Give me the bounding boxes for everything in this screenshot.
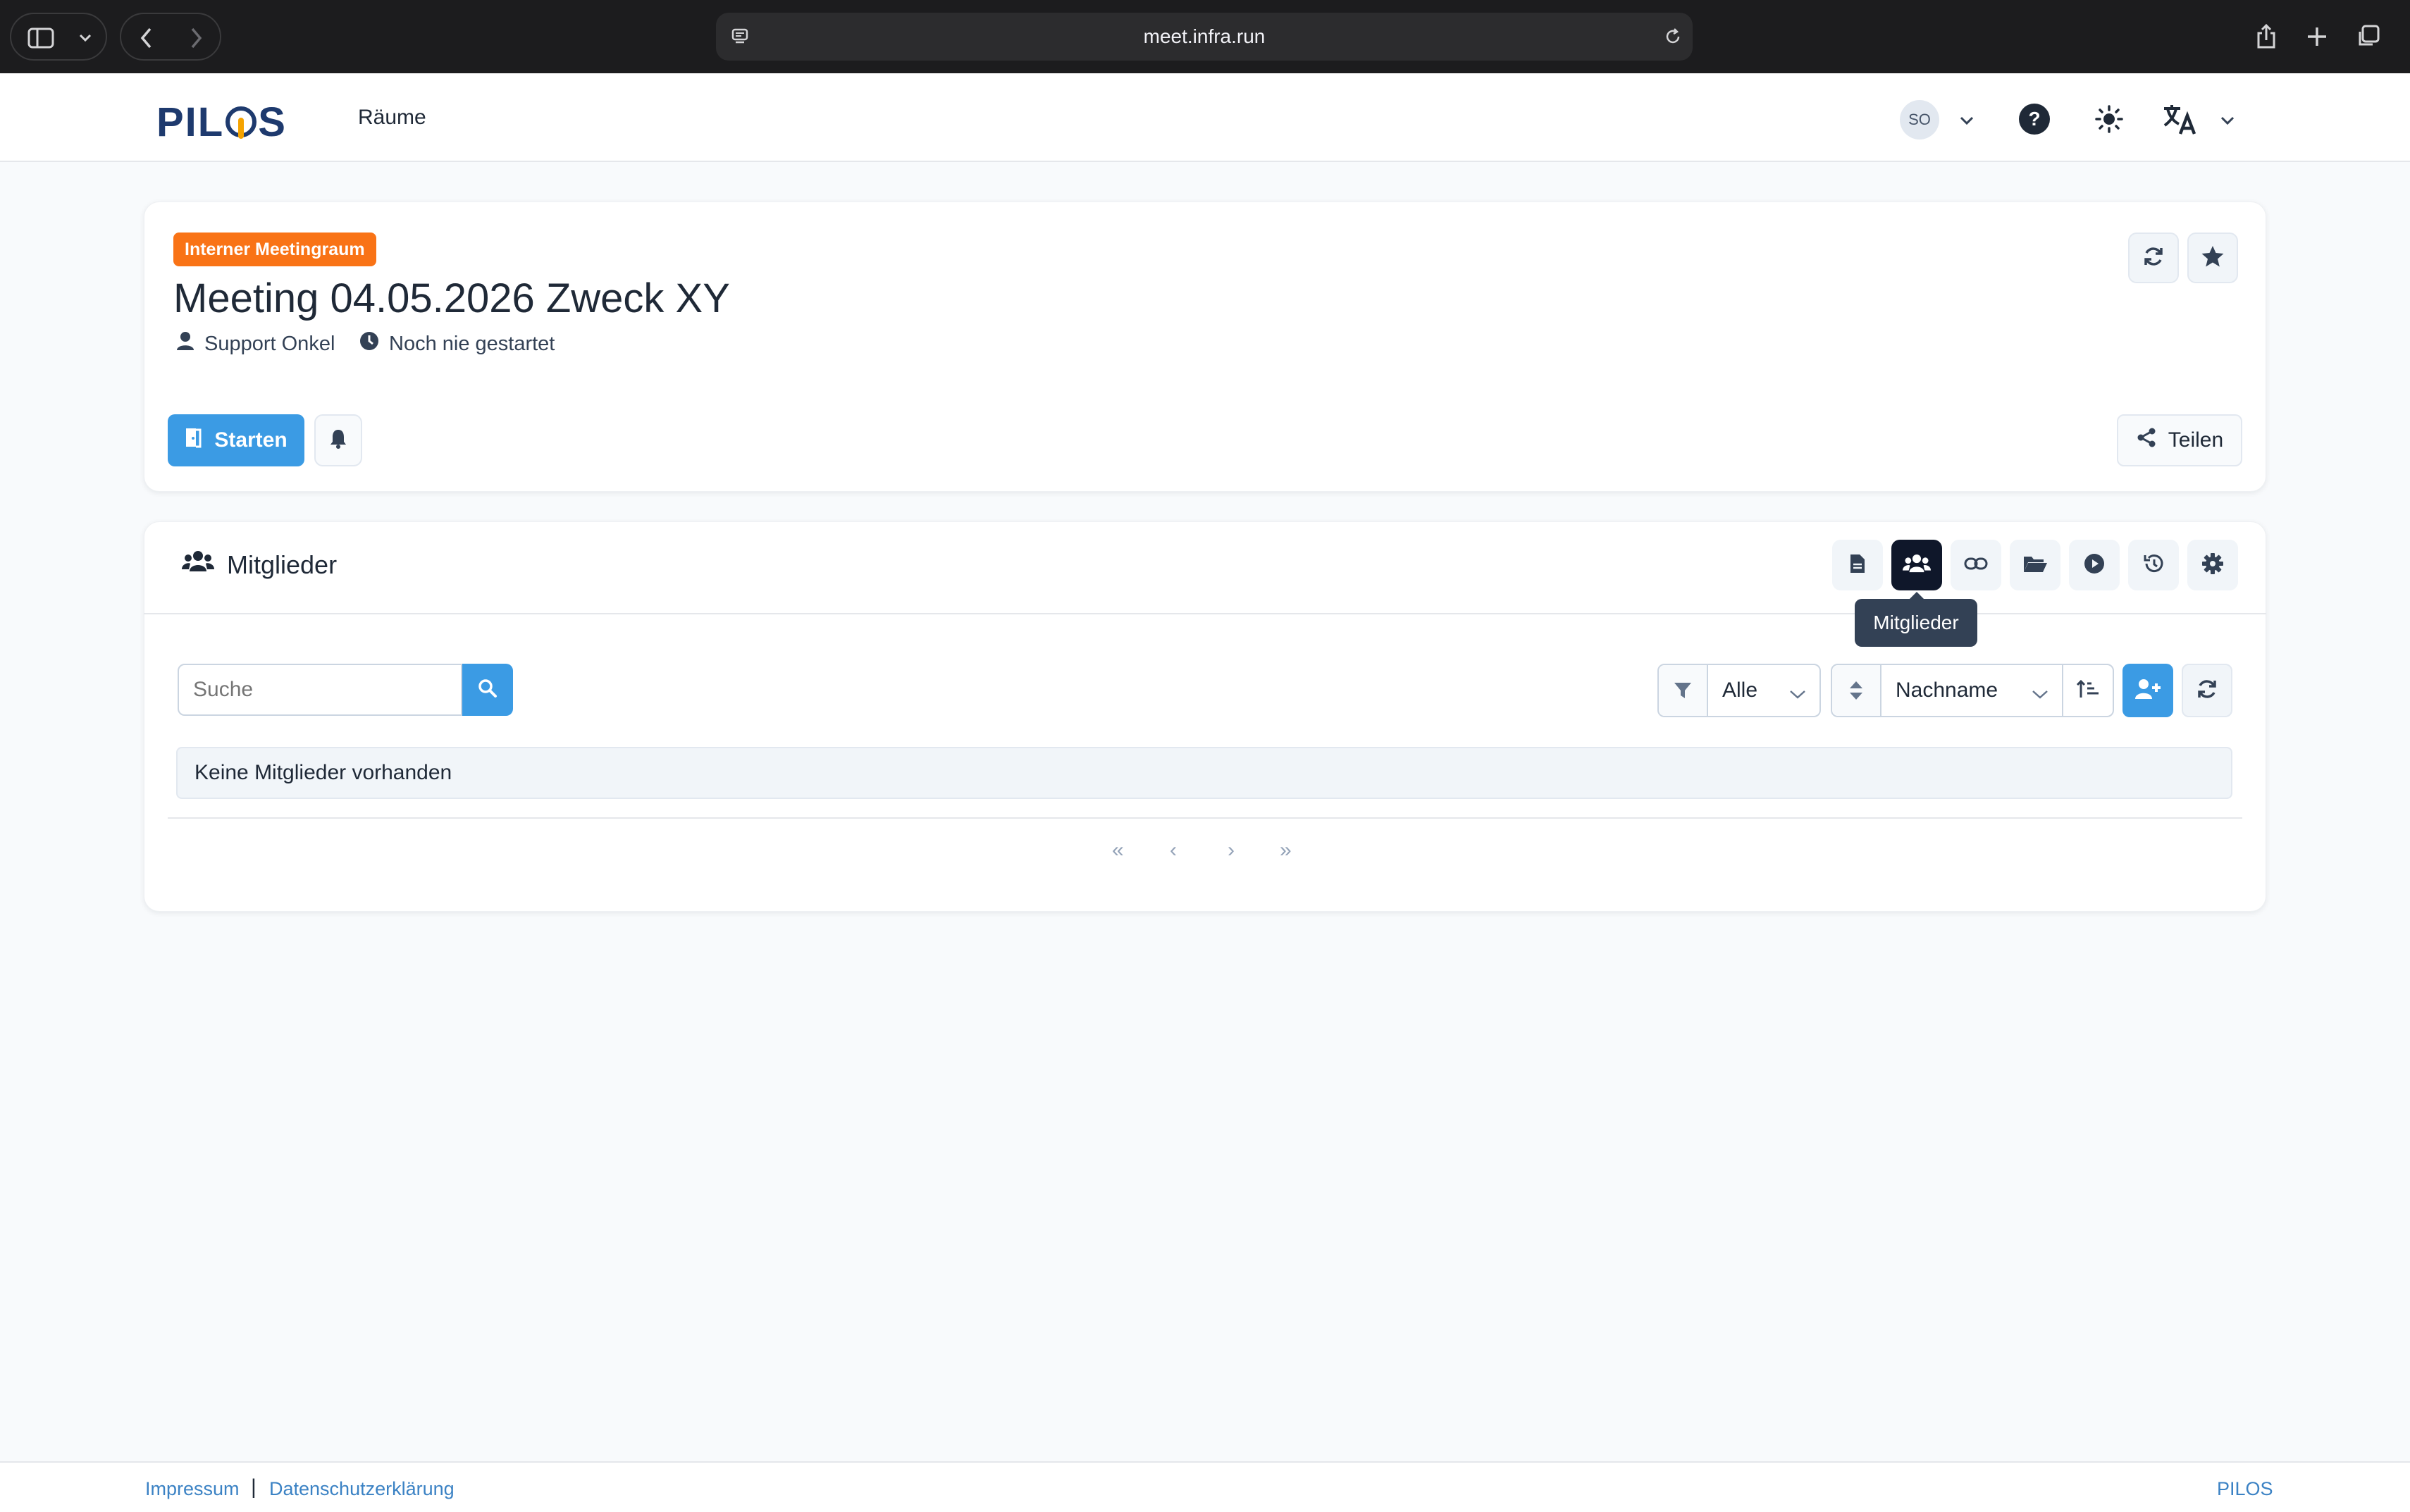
role-filter-value: Alle xyxy=(1722,678,1758,702)
forward-icon[interactable] xyxy=(182,24,210,52)
tab-personalized-links[interactable] xyxy=(1951,540,2001,590)
share-room-button[interactable]: Teilen xyxy=(2117,414,2242,466)
sort-field-select[interactable]: Nachname xyxy=(1881,665,2062,716)
sidebar-toggle-group[interactable] xyxy=(10,13,107,61)
clock-icon xyxy=(359,331,379,357)
nav-rooms-link[interactable]: Räume xyxy=(358,106,426,130)
chevron-down-icon xyxy=(1788,682,1807,706)
tab-files[interactable] xyxy=(2010,540,2060,590)
pager-first-button[interactable]: « xyxy=(1112,838,1124,862)
history-nav-group xyxy=(120,13,221,61)
imprint-link[interactable]: Impressum xyxy=(145,1478,240,1500)
page-footer: Impressum | Datenschutzerklärung PILOS xyxy=(0,1461,2410,1512)
pager-prev-button[interactable]: ‹ xyxy=(1170,838,1177,862)
notify-button[interactable] xyxy=(314,414,362,466)
reload-icon[interactable] xyxy=(1660,24,1686,49)
sort-icon xyxy=(1832,665,1881,716)
door-icon xyxy=(185,427,202,454)
star-icon xyxy=(2201,245,2225,271)
folder-open-icon xyxy=(2022,554,2048,577)
filter-icon xyxy=(1659,665,1708,716)
url-text: meet.infra.run xyxy=(1143,25,1266,47)
role-filter: Alle xyxy=(1657,664,1821,717)
reload-members-button[interactable] xyxy=(2182,664,2232,717)
language-icon[interactable] xyxy=(2161,100,2199,138)
members-title-text: Mitglieder xyxy=(227,550,338,579)
sync-icon xyxy=(2196,678,2218,704)
footer-separator: | xyxy=(251,1475,257,1499)
app-header: PIL S Räume SO ? xyxy=(0,73,2410,162)
room-status-text: Noch nie gestartet xyxy=(389,332,555,355)
room-owner: Support Onkel xyxy=(176,331,335,357)
sort-ascending-icon xyxy=(2076,679,2100,702)
sort-control: Nachname xyxy=(1831,664,2114,717)
favorite-button[interactable] xyxy=(2187,233,2238,283)
footer-brand-link[interactable]: PILOS xyxy=(2217,1478,2273,1500)
users-icon xyxy=(182,550,214,580)
svg-text:?: ? xyxy=(2028,108,2040,130)
sort-direction-button[interactable] xyxy=(2062,665,2113,716)
address-bar[interactable]: meet.infra.run xyxy=(716,13,1693,61)
pager-last-button[interactable]: » xyxy=(1280,838,1292,862)
back-icon[interactable] xyxy=(132,24,161,52)
sync-icon xyxy=(2142,245,2165,271)
tab-history[interactable] xyxy=(2128,540,2179,590)
sidebar-icon[interactable] xyxy=(27,24,55,52)
members-section-title: Mitglieder xyxy=(182,550,337,580)
pager-next-button[interactable]: › xyxy=(1228,838,1235,862)
sort-field-value: Nachname xyxy=(1896,678,1998,702)
share-icon[interactable] xyxy=(2252,21,2280,52)
help-icon[interactable]: ? xyxy=(2017,101,2052,137)
tab-overview-icon[interactable] xyxy=(2354,23,2382,51)
tab-members[interactable] xyxy=(1891,540,1942,590)
history-icon xyxy=(2142,552,2165,578)
table-bottom-divider xyxy=(168,817,2242,819)
room-status: Noch nie gestartet xyxy=(359,331,555,357)
pilos-logo[interactable]: PIL S xyxy=(156,99,287,146)
theme-toggle-icon[interactable] xyxy=(2091,101,2127,137)
reload-room-button[interactable] xyxy=(2128,233,2179,283)
language-menu-chevron-icon[interactable] xyxy=(2216,109,2239,132)
search-icon xyxy=(478,678,498,702)
tab-recordings[interactable] xyxy=(2069,540,2120,590)
bell-icon xyxy=(329,428,347,453)
file-text-icon xyxy=(1849,553,1866,578)
tab-settings[interactable] xyxy=(2187,540,2238,590)
search-button[interactable] xyxy=(462,664,513,716)
user-avatar[interactable]: SO xyxy=(1900,100,1939,140)
start-meeting-button[interactable]: Starten xyxy=(168,414,304,466)
browser-toolbar: meet.infra.run xyxy=(0,0,2410,73)
link-icon xyxy=(1964,556,1988,575)
members-tooltip: Mitglieder xyxy=(1855,592,1977,647)
chevron-down-icon xyxy=(2031,682,2049,706)
room-owner-name: Support Onkel xyxy=(204,332,335,355)
user-plus-icon xyxy=(2134,678,2161,703)
new-tab-icon[interactable] xyxy=(2303,23,2331,51)
chevron-down-icon[interactable] xyxy=(75,25,96,51)
play-circle-icon xyxy=(2084,553,2105,578)
user-menu-chevron-icon[interactable] xyxy=(1955,109,1979,132)
role-filter-select[interactable]: Alle xyxy=(1708,665,1819,716)
gear-icon xyxy=(2201,552,2224,578)
start-label: Starten xyxy=(214,428,288,452)
empty-members-message: Keine Mitglieder vorhanden xyxy=(176,747,2232,799)
room-type-badge: Interner Meetingraum xyxy=(173,233,376,266)
room-title: Meeting 04.05.2026 Zweck XY xyxy=(173,275,730,321)
member-search-input[interactable] xyxy=(178,664,462,716)
users-icon xyxy=(1903,553,1931,578)
share-nodes-icon xyxy=(2136,427,2157,454)
add-member-button[interactable] xyxy=(2122,664,2173,717)
share-label: Teilen xyxy=(2168,428,2224,452)
tab-description[interactable] xyxy=(1832,540,1883,590)
user-icon xyxy=(176,331,194,357)
privacy-link[interactable]: Datenschutzerklärung xyxy=(269,1478,455,1500)
